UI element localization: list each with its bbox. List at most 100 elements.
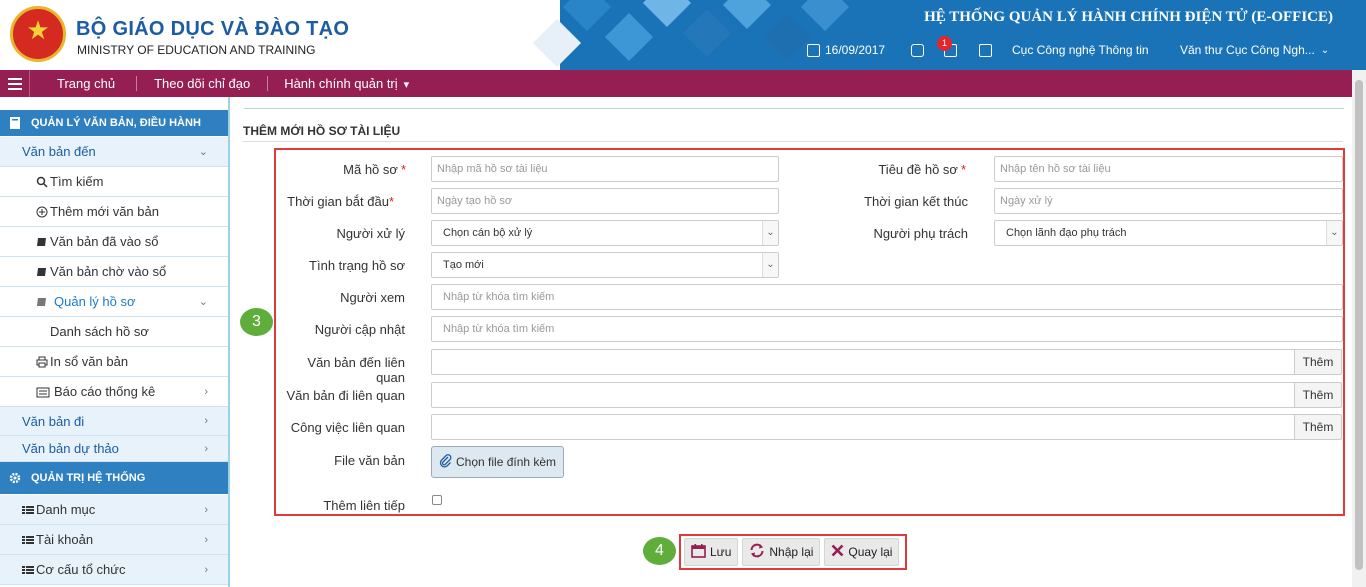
- main-navbar: Trang chủ Theo dõi chỉ đạo Hành chính qu…: [0, 70, 1366, 97]
- sidebar-item-print-register[interactable]: In sổ văn bản: [0, 347, 228, 377]
- related-incoming-label: Văn bản đến liên quan: [307, 355, 405, 385]
- sidebar-item-reports[interactable]: Báo cáo thống kê ›: [0, 377, 228, 407]
- related-incoming-input[interactable]: [431, 349, 1295, 375]
- sidebar-item-pending-documents[interactable]: Văn bản chờ vào sổ: [0, 257, 228, 287]
- sidebar-section-system-admin[interactable]: QUẢN TRỊ HỆ THỐNG: [0, 462, 228, 495]
- sidebar-section-label: QUẢN TRỊ HỆ THỐNG: [31, 472, 146, 484]
- add-continuous-checkbox[interactable]: [432, 495, 442, 505]
- schedule-button[interactable]: [979, 40, 997, 60]
- sidebar-item-catalog[interactable]: Danh mục ›: [0, 495, 228, 525]
- chevron-down-icon: ⌄: [1326, 221, 1342, 245]
- sidebar-item-label: Văn bản đi: [22, 413, 85, 429]
- book-icon: [36, 296, 48, 308]
- record-code-input[interactable]: Nhập mã hồ sơ tài liệu: [431, 156, 779, 182]
- nav-administration-label: Hành chính quản trị: [284, 76, 398, 91]
- choose-file-button[interactable]: Chọn file đính kèm: [431, 446, 565, 478]
- updater-input[interactable]: Nhập từ khóa tìm kiếm: [431, 316, 1343, 342]
- selected-value: Chọn cán bộ xử lý: [443, 227, 533, 239]
- sidebar-item-record-list[interactable]: Danh sách hồ sơ: [0, 317, 228, 347]
- sidebar-item-draft-documents[interactable]: Văn bản dự thảo ›: [0, 436, 228, 462]
- chevron-down-icon: ⌄: [1320, 44, 1330, 56]
- gear-icon: [8, 471, 22, 485]
- related-outgoing-input[interactable]: [431, 382, 1295, 408]
- divider: [243, 141, 1343, 142]
- end-date-input[interactable]: Ngày xử lý: [994, 188, 1343, 214]
- calendar-icon: [807, 43, 820, 57]
- page-scrollbar[interactable]: [1352, 70, 1366, 587]
- choose-file-label: Chọn file đính kèm: [456, 455, 557, 469]
- related-tasks-input[interactable]: [431, 414, 1295, 440]
- status-select[interactable]: Tạo mới ⌄: [431, 252, 779, 278]
- nav-home[interactable]: Trang chủ: [30, 76, 138, 91]
- upload-button[interactable]: [911, 40, 929, 60]
- record-code-label: Mã hồ sơ *: [276, 162, 406, 177]
- label-text: Tiêu đề hồ sơ: [878, 162, 958, 177]
- sidebar-item-org-structure[interactable]: Cơ cấu tổ chức ›: [0, 555, 228, 585]
- close-icon: [831, 544, 844, 560]
- organization-menu[interactable]: Cục Công nghệ Thông tin: [1012, 40, 1149, 60]
- menu-toggle-button[interactable]: [0, 70, 30, 97]
- nav-directive-tracking[interactable]: Theo dõi chỉ đạo: [137, 76, 269, 91]
- selected-value: Tạo mới: [443, 259, 484, 271]
- calendar-save-icon: [691, 543, 706, 561]
- handler-label: Người xử lý: [336, 226, 405, 241]
- back-label: Quay lại: [848, 545, 893, 559]
- end-date-label: Thời gian kết thúc: [864, 194, 968, 209]
- list-icon: [22, 564, 34, 576]
- label-text: Mã hồ sơ: [343, 162, 398, 177]
- reset-label: Nhập lại: [769, 545, 814, 559]
- sidebar-item-label: Văn bản chờ vào sổ: [50, 264, 167, 279]
- required-mark: *: [400, 162, 406, 177]
- sidebar-item-outgoing-documents[interactable]: Văn bản đi ›: [0, 407, 228, 436]
- sidebar-item-accounts[interactable]: Tài khoản ›: [0, 525, 228, 555]
- sidebar-section-document-management[interactable]: QUẢN LÝ VĂN BẢN, ĐIỀU HÀNH: [0, 110, 228, 137]
- paperclip-icon: [439, 453, 453, 471]
- book-icon: [36, 236, 48, 248]
- status-label: Tình trạng hồ sơ: [309, 258, 405, 273]
- sidebar-item-incoming-documents[interactable]: Văn bản đến ⌄: [0, 137, 228, 167]
- sidebar-item-label: Thêm mới văn bản: [50, 204, 159, 219]
- add-related-incoming-button[interactable]: Thêm: [1294, 349, 1342, 375]
- divider: [244, 108, 1344, 109]
- sidebar-item-label: Tài khoản: [36, 532, 94, 547]
- scrollbar-thumb[interactable]: [1355, 80, 1363, 570]
- nav-administration[interactable]: Hành chính quản trị ▾: [268, 76, 425, 91]
- chevron-down-icon: ▾: [403, 79, 410, 91]
- add-related-outgoing-button[interactable]: Thêm: [1294, 382, 1342, 408]
- handler-select[interactable]: Chọn cán bộ xử lý ⌄: [431, 220, 779, 246]
- chevron-right-icon: ›: [204, 563, 208, 576]
- record-title-input[interactable]: Nhập tên hồ sơ tài liệu: [994, 156, 1343, 182]
- notification-badge: 1: [937, 36, 952, 51]
- sidebar-item-record-management[interactable]: Quản lý hồ sơ ⌄: [0, 287, 228, 317]
- add-continuous-label: Thêm liên tiếp: [323, 498, 405, 513]
- date-display: 16/09/2017: [807, 40, 885, 60]
- viewers-input[interactable]: Nhập từ khóa tìm kiếm: [431, 284, 1343, 310]
- add-related-task-button[interactable]: Thêm: [1294, 414, 1342, 440]
- user-menu[interactable]: Văn thư Cục Công Ngh... ⌄: [1180, 40, 1329, 60]
- sidebar-item-label: In sổ văn bản: [50, 354, 129, 369]
- brand-subtitle: MINISTRY OF EDUCATION AND TRAINING: [77, 43, 316, 57]
- sidebar-item-add-document[interactable]: Thêm mới văn bản: [0, 197, 228, 227]
- back-button[interactable]: Quay lại: [824, 538, 900, 566]
- ministry-logo[interactable]: ★: [10, 6, 66, 62]
- chevron-right-icon: ›: [204, 385, 208, 398]
- supervisor-select[interactable]: Chọn lãnh đạo phụ trách ⌄: [994, 220, 1343, 246]
- sidebar-item-label: Cơ cấu tổ chức: [36, 562, 126, 577]
- schedule-icon: [979, 43, 992, 57]
- user-name: Văn thư Cục Công Ngh...: [1180, 43, 1315, 57]
- start-date-label: Thời gian bắt đầu*: [276, 194, 394, 209]
- organization-name: Cục Công nghệ Thông tin: [1012, 43, 1149, 57]
- system-title: HỆ THỐNG QUẢN LÝ HÀNH CHÍNH ĐIỆN TỬ (E-O…: [924, 9, 1333, 25]
- reset-button[interactable]: Nhập lại: [742, 538, 821, 566]
- sidebar-item-label: Danh sách hồ sơ: [50, 324, 149, 339]
- sidebar-item-registered-documents[interactable]: Văn bản đã vào sổ: [0, 227, 228, 257]
- printer-icon: [36, 356, 48, 368]
- sidebar-item-search[interactable]: Tìm kiếm: [0, 167, 228, 197]
- updater-label: Người cập nhật: [314, 322, 405, 337]
- book-icon: [36, 266, 48, 278]
- start-date-input[interactable]: Ngày tạo hồ sơ: [431, 188, 779, 214]
- current-date: 16/09/2017: [825, 43, 886, 57]
- supervisor-label: Người phụ trách: [873, 226, 968, 241]
- plus-circle-icon: [36, 206, 48, 218]
- save-button[interactable]: Lưu: [684, 538, 739, 566]
